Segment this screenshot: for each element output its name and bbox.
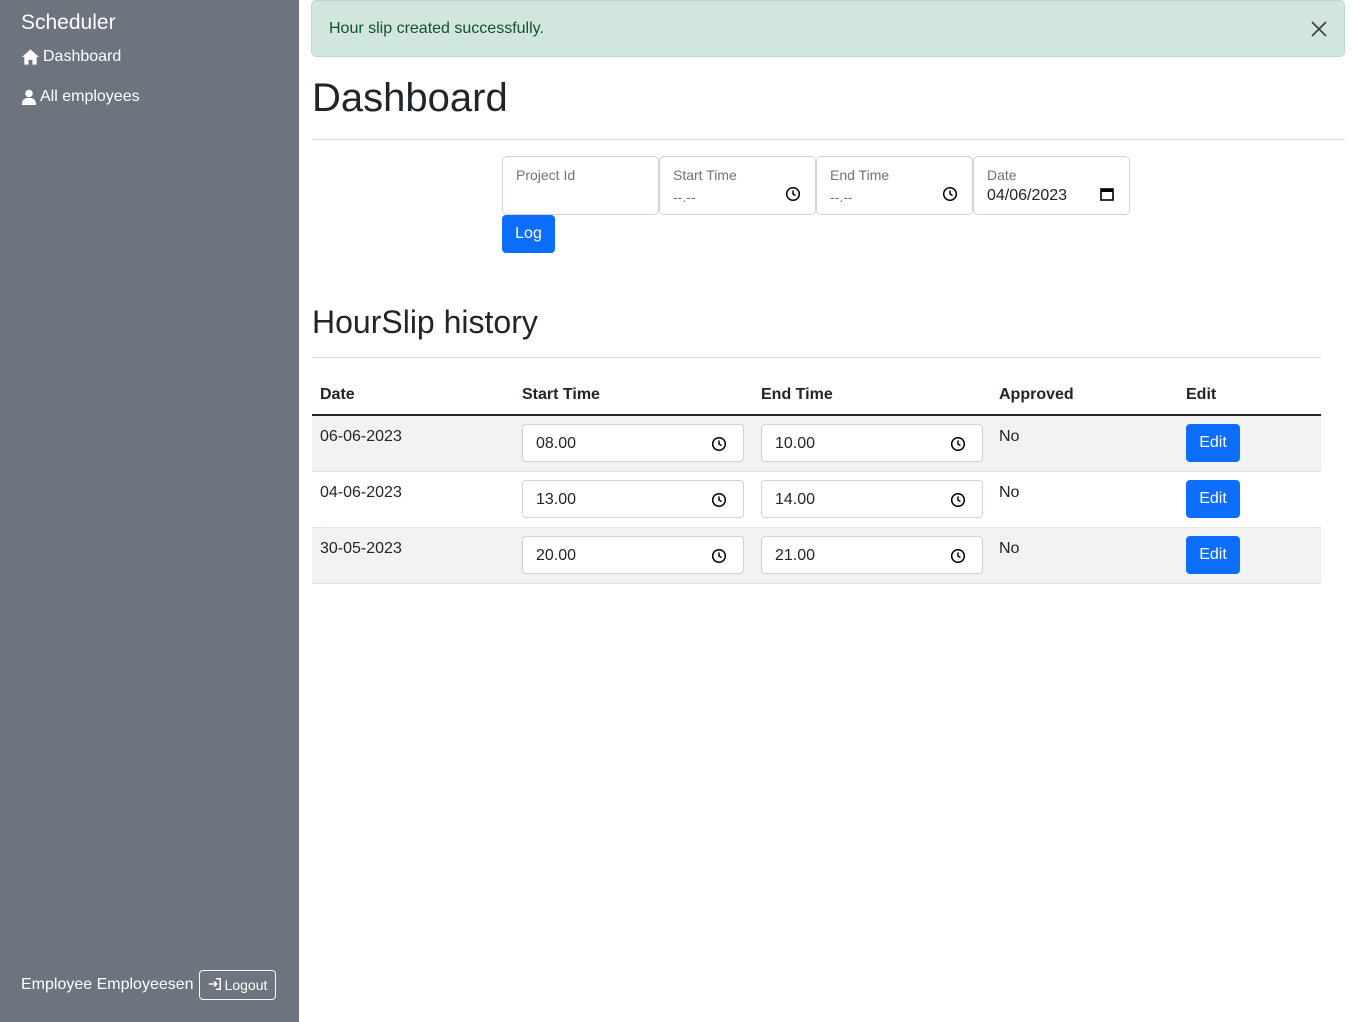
column-header-edit: Edit	[1186, 386, 1217, 403]
calendar-icon[interactable]	[1099, 186, 1115, 202]
clock-icon[interactable]	[942, 186, 958, 202]
end-time-value: --.--	[830, 189, 853, 205]
project-id-label: Project Id	[516, 167, 576, 183]
clock-icon[interactable]	[711, 492, 727, 508]
end-time-label: End Time	[830, 167, 890, 183]
hourslip-table: Date Start Time End Time Approved Edit 0…	[312, 376, 1321, 584]
sidebar-item-label: Dashboard	[43, 48, 122, 65]
start-time-field[interactable]: Start Time --.--	[659, 156, 816, 215]
logout-icon	[208, 977, 222, 994]
end-time-input[interactable]: 14.00	[761, 480, 983, 518]
end-time-field[interactable]: End Time --.--	[816, 156, 973, 215]
sidebar-item-label: All employees	[40, 88, 140, 105]
logout-button[interactable]: Logout	[198, 970, 277, 1000]
divider	[312, 139, 1345, 140]
end-time-value: 21.00	[775, 547, 816, 564]
row-date: 30-05-2023	[320, 540, 402, 557]
history-title: HourSlip history	[312, 304, 538, 340]
start-time-input[interactable]: 20.00	[522, 536, 744, 574]
row-approved: No	[999, 540, 1020, 557]
success-alert: Hour slip created successfully.	[311, 0, 1345, 57]
row-date: 04-06-2023	[320, 484, 402, 501]
page-title: Dashboard	[312, 76, 508, 120]
divider	[312, 357, 1321, 358]
start-time-input[interactable]: 13.00	[522, 480, 744, 518]
logout-label: Logout	[224, 977, 268, 993]
end-time-value: 14.00	[775, 491, 816, 508]
column-header-approved: Approved	[999, 386, 1074, 403]
user-icon	[21, 88, 37, 106]
start-time-value: 08.00	[536, 435, 577, 452]
project-id-field[interactable]: Project Id	[502, 156, 659, 215]
end-time-input[interactable]: 21.00	[761, 536, 983, 574]
table-header: Date Start Time End Time Approved Edit	[312, 376, 1321, 416]
column-header-date: Date	[320, 386, 355, 403]
clock-icon[interactable]	[711, 548, 727, 564]
start-time-value: --.--	[673, 189, 696, 205]
clock-icon[interactable]	[950, 492, 966, 508]
column-header-start-time: Start Time	[522, 386, 600, 403]
start-time-label: Start Time	[673, 167, 737, 183]
table-row: 30-05-2023 20.00 21.00 No Edit	[312, 528, 1321, 584]
row-approved: No	[999, 428, 1020, 445]
date-value: 04/06/2023	[987, 187, 1068, 204]
table-row: 06-06-2023 08.00 10.00 No Edit	[312, 416, 1321, 472]
date-label: Date	[987, 167, 1017, 183]
clock-icon[interactable]	[950, 548, 966, 564]
user-name: Employee Employeesen	[21, 976, 194, 993]
start-time-value: 13.00	[536, 491, 577, 508]
user-footer: Employee Employeesen Logout	[21, 970, 277, 1000]
sidebar: Scheduler Dashboard All employees Employ…	[0, 0, 299, 1022]
edit-button[interactable]: Edit	[1186, 480, 1240, 518]
sidebar-item-all-employees[interactable]: All employees	[21, 88, 140, 106]
sidebar-item-dashboard[interactable]: Dashboard	[21, 48, 121, 66]
edit-button[interactable]: Edit	[1186, 536, 1240, 574]
close-icon[interactable]	[1309, 19, 1329, 39]
edit-button[interactable]: Edit	[1186, 424, 1240, 462]
table-row: 04-06-2023 13.00 14.00 No Edit	[312, 472, 1321, 528]
end-time-input[interactable]: 10.00	[761, 424, 983, 462]
clock-icon[interactable]	[950, 436, 966, 452]
start-time-input[interactable]: 08.00	[522, 424, 744, 462]
log-button[interactable]: Log	[502, 215, 555, 253]
row-date: 06-06-2023	[320, 428, 402, 445]
clock-icon[interactable]	[785, 186, 801, 202]
end-time-value: 10.00	[775, 435, 816, 452]
row-approved: No	[999, 484, 1020, 501]
start-time-value: 20.00	[536, 547, 577, 564]
column-header-end-time: End Time	[761, 386, 833, 403]
clock-icon[interactable]	[711, 436, 727, 452]
date-field[interactable]: Date 04/06/2023	[973, 156, 1130, 215]
home-icon	[21, 48, 40, 66]
brand-title[interactable]: Scheduler	[21, 11, 116, 35]
alert-message: Hour slip created successfully.	[329, 19, 544, 37]
